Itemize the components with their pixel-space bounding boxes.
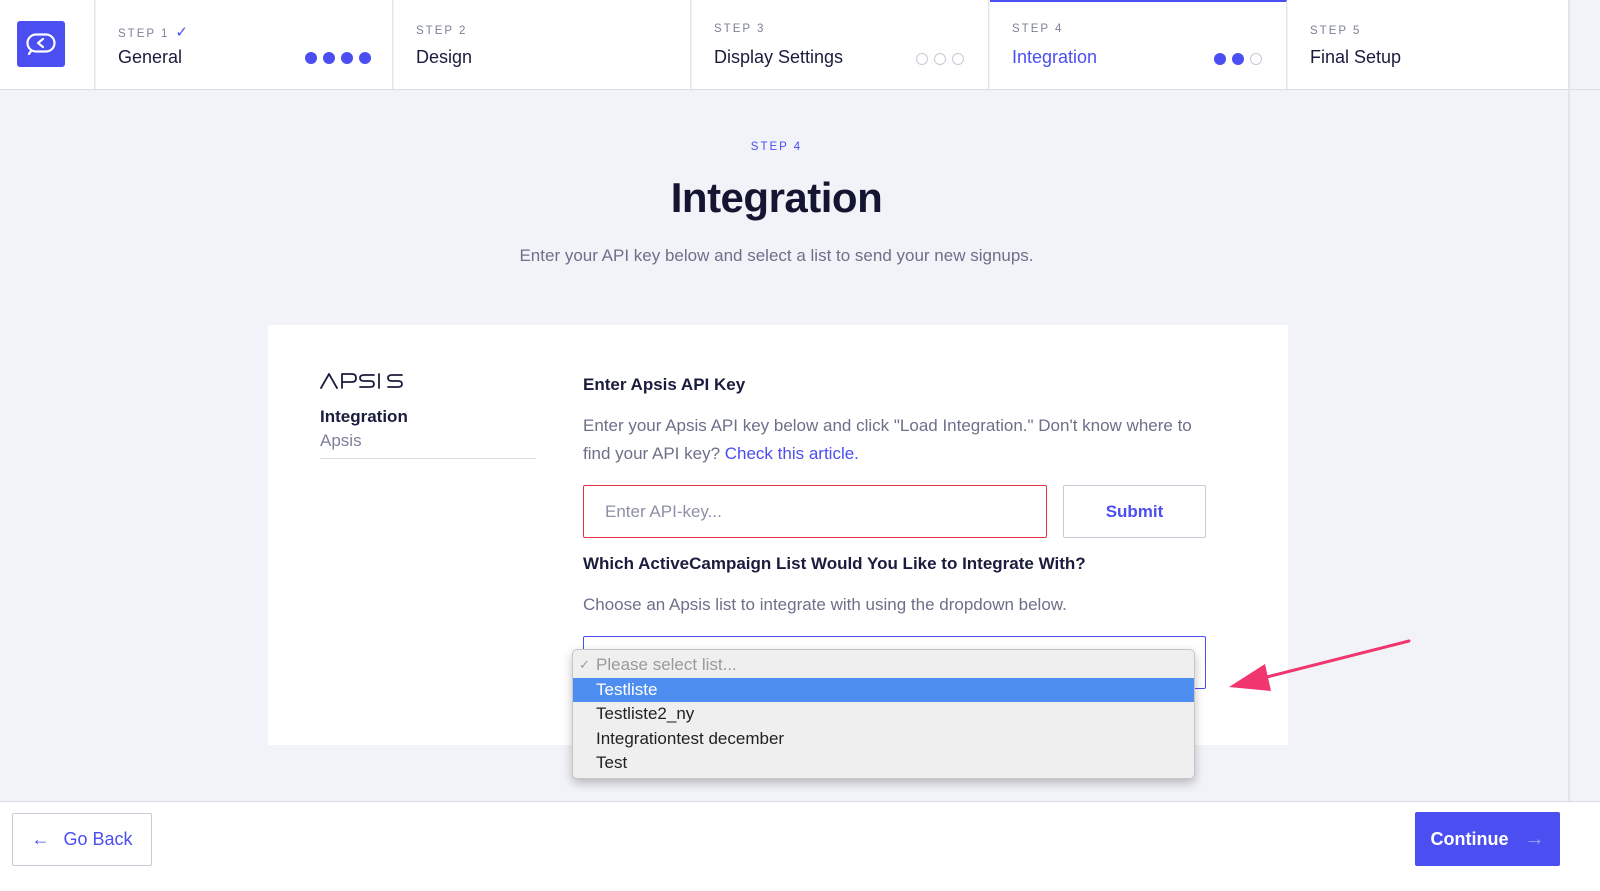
- step-number: STEP 5: [1310, 25, 1362, 37]
- list-dropdown-menu: ✓ Please select list... Testliste Testlis…: [572, 649, 1195, 779]
- step-number: STEP 1: [118, 28, 170, 40]
- integration-label: Integration: [320, 407, 408, 426]
- arrow-right-icon: →: [1524, 827, 1545, 850]
- list-heading: Which ActiveCampaign List Would You Like…: [583, 554, 1086, 573]
- step-title: Design: [416, 47, 473, 67]
- dropdown-option-placeholder[interactable]: ✓ Please select list...: [573, 653, 1194, 678]
- progress-dot: [1214, 53, 1226, 65]
- step-eyebrow: STEP 4: [750, 141, 803, 153]
- api-key-heading: Enter Apsis API Key: [583, 375, 746, 394]
- step-tab-integration[interactable]: STEP 4 Integration: [990, 0, 1287, 89]
- step-progress-dots: [305, 52, 371, 64]
- divider: [320, 458, 536, 459]
- continue-button[interactable]: Continue →: [1415, 812, 1560, 866]
- page-subtitle: Enter your API key below and select a li…: [519, 246, 1034, 265]
- description-text: Enter your Apsis API key below and click…: [583, 416, 1192, 463]
- step-tab-design[interactable]: STEP 2 Design: [394, 0, 691, 89]
- step-number: STEP 4: [1012, 23, 1064, 35]
- step-title: General: [118, 47, 183, 67]
- page-title: Integration: [670, 174, 883, 221]
- step-tab-display-settings[interactable]: STEP 3 Display Settings: [692, 0, 989, 89]
- arrow-left-icon: ←: [31, 829, 50, 849]
- checkmark-icon: ✓: [579, 657, 590, 672]
- step-title: Final Setup: [1310, 47, 1402, 67]
- dropdown-option[interactable]: Testliste: [573, 677, 1194, 702]
- steps-header: STEP 1 ✓ General STEP 2 Design STEP 3 Dis…: [0, 0, 1600, 90]
- api-key-description: Enter your Apsis API key below and click…: [583, 412, 1223, 468]
- progress-dot: [916, 53, 928, 65]
- scrollbar-track[interactable]: [1568, 0, 1570, 801]
- dropdown-option[interactable]: Testliste2_ny: [573, 702, 1194, 727]
- api-key-input[interactable]: [583, 485, 1047, 538]
- option-label: Please select list...: [596, 655, 737, 674]
- check-article-link[interactable]: Check this article.: [725, 444, 859, 463]
- progress-dot: [952, 53, 964, 65]
- dropdown-option[interactable]: Test: [573, 751, 1194, 776]
- dropdown-option[interactable]: Integrationtest december: [573, 727, 1194, 752]
- logo-cell: [0, 0, 95, 89]
- submit-button[interactable]: Submit: [1063, 485, 1206, 538]
- list-description: Choose an Apsis list to integrate with u…: [583, 595, 1067, 614]
- step-title: Display Settings: [714, 47, 844, 67]
- step-number: STEP 2: [416, 25, 468, 37]
- checkmark-icon: ✓: [175, 24, 188, 41]
- progress-dot: [323, 52, 335, 64]
- step-number: STEP 3: [714, 23, 766, 35]
- progress-dot: [934, 53, 946, 65]
- annotation-arrow-icon: [1225, 635, 1415, 702]
- progress-dot: [341, 52, 353, 64]
- step-title: Integration: [1012, 47, 1098, 67]
- footer-bar: ← Go Back Continue →: [0, 801, 1600, 891]
- integration-name: Apsis: [320, 431, 362, 450]
- step-tab-final-setup[interactable]: STEP 5 Final Setup: [1288, 0, 1570, 89]
- progress-dot: [305, 52, 317, 64]
- apsis-logo: [320, 373, 406, 394]
- continue-label: Continue: [1430, 828, 1509, 849]
- app-logo-icon[interactable]: [17, 21, 65, 67]
- go-back-label: Go Back: [63, 829, 133, 849]
- go-back-button[interactable]: ← Go Back: [12, 813, 152, 866]
- step-tab-general[interactable]: STEP 1 ✓ General: [96, 0, 393, 89]
- step-progress-dots: [1214, 53, 1262, 65]
- progress-dot: [1250, 53, 1262, 65]
- step-progress-dots: [916, 53, 964, 65]
- progress-dot: [359, 52, 371, 64]
- progress-dot: [1232, 53, 1244, 65]
